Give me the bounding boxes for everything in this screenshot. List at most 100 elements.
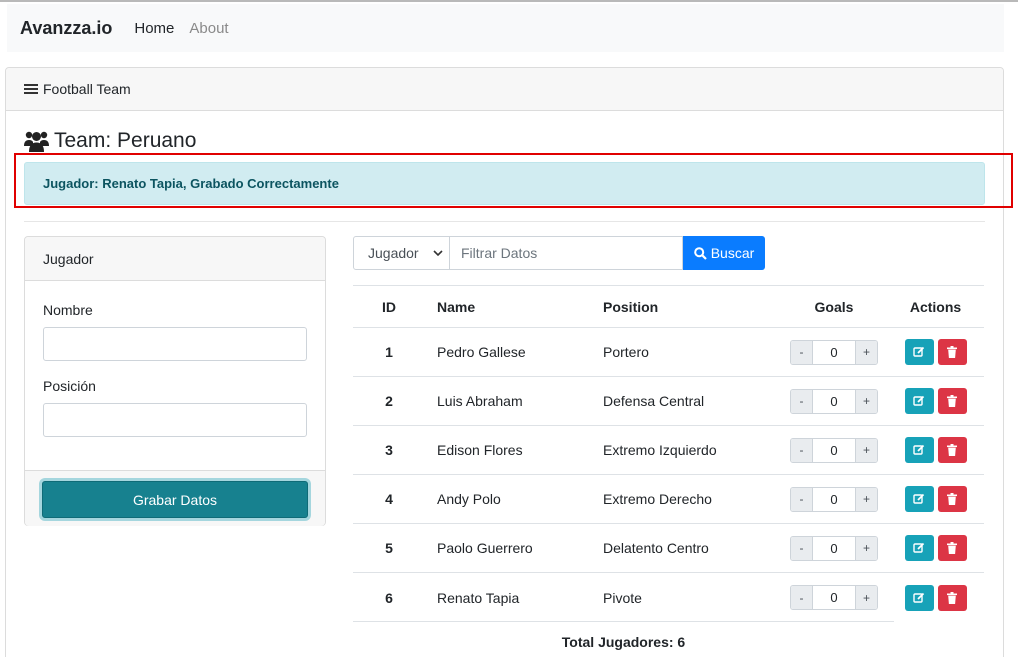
col-position[interactable]: Position (591, 299, 781, 315)
brand-logo[interactable]: Avanzza.io (20, 18, 112, 39)
section-divider (24, 221, 985, 222)
goals-cell: - 0 + (781, 486, 887, 512)
table-header: ID Name Position Goals Actions (353, 285, 984, 328)
delete-button[interactable] (937, 339, 967, 365)
player-form-header: Jugador (25, 237, 325, 281)
goals-increment-button[interactable]: + (856, 536, 877, 560)
player-position: Defensa Central (603, 393, 705, 409)
player-name: Andy Polo (437, 491, 501, 507)
player-id: 2 (385, 393, 393, 409)
search-icon (693, 246, 707, 260)
edit-icon (913, 542, 925, 553)
actions-cell (887, 584, 984, 611)
player-id: 3 (385, 442, 393, 458)
goals-increment-button[interactable]: + (856, 487, 877, 511)
actions-cell (887, 535, 984, 561)
players-table: ID Name Position Goals Actions 1 Pedro G… (353, 285, 984, 622)
nav-link-home[interactable]: Home (134, 20, 174, 37)
table-row: 4 Andy Polo Extremo Derecho - 0 + (353, 475, 984, 524)
table-row: 2 Luis Abraham Defensa Central - 0 + (353, 377, 984, 426)
position-label: Posición (43, 378, 96, 394)
goals-cell: - 0 + (781, 339, 887, 365)
edit-button[interactable] (904, 535, 934, 561)
edit-button[interactable] (904, 437, 934, 463)
trash-icon (947, 444, 957, 456)
delete-button[interactable] (937, 486, 967, 512)
edit-button[interactable] (904, 584, 934, 611)
goals-decrement-button[interactable]: - (791, 340, 812, 364)
edit-button[interactable] (904, 339, 934, 365)
team-title-text: Team: Peruano (54, 129, 197, 152)
trash-icon (947, 591, 957, 604)
player-form-card: Jugador Nombre Posición Grabar Datos (24, 236, 326, 526)
edit-icon (913, 444, 925, 455)
player-id: 1 (385, 344, 393, 360)
table-row: 3 Edison Flores Extremo Izquierdo - 0 + (353, 426, 984, 475)
goals-cell: - 0 + (781, 535, 887, 561)
search-button-label: Buscar (710, 245, 755, 261)
delete-button[interactable] (937, 437, 967, 463)
filter-field-value: Jugador (368, 245, 419, 261)
edit-icon (913, 493, 925, 504)
table-row: 5 Paolo Guerrero Delatento Centro - 0 + (353, 524, 984, 573)
team-title: Team: Peruano (24, 129, 196, 153)
goals-increment-button[interactable]: + (856, 586, 877, 609)
trash-icon (947, 542, 957, 554)
position-input[interactable] (43, 403, 307, 437)
goals-value[interactable]: 0 (812, 389, 856, 413)
goals-decrement-button[interactable]: - (791, 536, 812, 560)
filter-field-select[interactable]: Jugador (353, 236, 450, 270)
chevron-down-icon (433, 250, 443, 256)
goals-decrement-button[interactable]: - (791, 438, 812, 462)
player-form-footer: Grabar Datos (25, 470, 325, 526)
card-header: Football Team (6, 68, 1003, 111)
goals-value[interactable]: 0 (812, 438, 856, 462)
actions-cell (887, 437, 984, 463)
col-goals[interactable]: Goals (781, 299, 887, 315)
player-position: Pivote (603, 589, 642, 606)
goals-cell: - 0 + (781, 585, 887, 610)
goals-decrement-button[interactable]: - (791, 487, 812, 511)
goals-value[interactable]: 0 (812, 487, 856, 511)
col-id[interactable]: ID (353, 299, 425, 315)
delete-button[interactable] (937, 584, 967, 611)
goals-value[interactable]: 0 (812, 536, 856, 560)
table-bottom-border (353, 621, 894, 622)
name-input[interactable] (43, 327, 307, 361)
actions-cell (887, 388, 984, 414)
edit-icon (913, 346, 925, 357)
users-icon (24, 131, 49, 152)
table-row: 6 Renato Tapia Pivote - 0 + (353, 573, 984, 622)
total-players: Total Jugadores: 6 (561, 634, 686, 650)
delete-button[interactable] (937, 535, 967, 561)
filter-input[interactable]: Filtrar Datos (450, 236, 683, 270)
navbar: Avanzza.io Home About (7, 4, 1004, 52)
player-id: 6 (385, 589, 393, 606)
col-name[interactable]: Name (425, 299, 591, 315)
edit-button[interactable] (904, 486, 934, 512)
nav-link-about[interactable]: About (189, 20, 228, 37)
goals-increment-button[interactable]: + (856, 389, 877, 413)
goals-increment-button[interactable]: + (856, 438, 877, 462)
goals-stepper: - 0 + (790, 486, 878, 512)
actions-cell (887, 339, 984, 365)
search-button[interactable]: Buscar (683, 236, 765, 270)
player-position: Portero (603, 344, 649, 360)
goals-decrement-button[interactable]: - (791, 586, 812, 609)
search-bar: Jugador Filtrar Datos Buscar (353, 236, 765, 270)
name-label: Nombre (43, 302, 93, 318)
col-actions: Actions (909, 298, 962, 315)
player-position: Extremo Derecho (603, 491, 712, 507)
goals-increment-button[interactable]: + (856, 340, 877, 364)
player-name: Luis Abraham (437, 393, 523, 409)
save-data-button[interactable]: Grabar Datos (42, 481, 308, 518)
goals-cell: - 0 + (781, 437, 887, 463)
list-icon (24, 84, 38, 94)
goals-decrement-button[interactable]: - (791, 389, 812, 413)
goals-value[interactable]: 0 (812, 340, 856, 364)
player-name: Pedro Gallese (437, 344, 526, 360)
goals-value[interactable]: 0 (812, 586, 856, 609)
goals-cell: - 0 + (781, 388, 887, 414)
edit-button[interactable] (904, 388, 934, 414)
delete-button[interactable] (937, 388, 967, 414)
